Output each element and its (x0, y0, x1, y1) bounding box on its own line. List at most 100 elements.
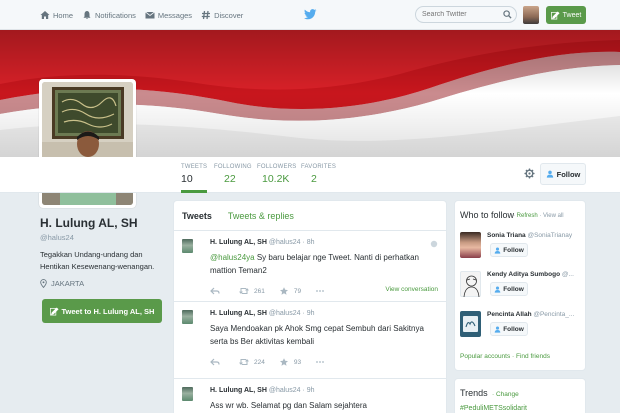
tweet-author-handle[interactable]: @halus24 (269, 387, 301, 394)
view-conversation-link[interactable]: View conversation (385, 286, 438, 293)
trend-item[interactable]: #PeduliMETSsolidarit (460, 405, 527, 412)
trends-change-label[interactable]: Change (496, 391, 519, 398)
tweet-time[interactable]: · 8h (302, 239, 314, 246)
who-to-follow-module: Who to follow · Refresh · View all Sonia… (454, 200, 586, 371)
retweet-icon (239, 288, 249, 294)
search-input[interactable] (416, 7, 500, 22)
suggestion-name[interactable]: Sonia Triana @SoniaTrianay (487, 232, 584, 239)
suggestion-follow-label: Follow (503, 285, 524, 293)
more-action[interactable] (315, 358, 330, 366)
profile-name[interactable]: H. Lulung AL, SH (40, 216, 138, 230)
twitter-bird-icon[interactable] (304, 9, 317, 20)
stat-tweets-label: TWEETS (181, 164, 208, 170)
suggestion-name[interactable]: Pencinta Allah @Pencinta_... (487, 311, 584, 318)
tab-tweets-replies[interactable]: Tweets & replies (228, 211, 294, 221)
profile-bio: Tegakkan Undang-undang dan Hentikan Kese… (40, 250, 155, 271)
search-box[interactable] (415, 6, 517, 23)
location-pin-icon (40, 279, 47, 288)
nav-home-label: Home (53, 10, 74, 20)
add-user-icon (546, 170, 553, 178)
suggestion-display-name[interactable]: Pencinta Allah (487, 311, 532, 318)
nav-messages[interactable]: Messages (145, 10, 192, 20)
tweet-author-name[interactable]: H. Lulung AL, SH (210, 310, 267, 317)
retweet-action[interactable]: 224 (239, 358, 265, 366)
compose-tweet-label: Tweet (562, 11, 582, 19)
suggestion-display-name[interactable]: Sonia Triana (487, 232, 526, 239)
suggestion-follow-button[interactable]: Follow (490, 322, 528, 336)
suggestion-avatar[interactable] (460, 311, 481, 337)
suggestion-handle[interactable]: @SoniaTrianay (527, 232, 572, 239)
tweet-mention[interactable]: @halus24ya (210, 253, 255, 262)
reply-icon (210, 358, 220, 366)
favorite-count: 79 (293, 287, 302, 295)
suggestion-item: Kendy Aditya Sumbogo @... Follow (460, 271, 584, 307)
profile-handle[interactable]: @halus24 (40, 233, 74, 242)
popular-accounts-link[interactable]: Popular accounts (460, 353, 510, 360)
profile-location-text: JAKARTA (51, 279, 85, 288)
suggestion-handle[interactable]: @... (562, 271, 574, 278)
stat-followers[interactable]: FOLLOWERS 10.2K (257, 164, 296, 185)
tweet-avatar[interactable] (182, 387, 193, 401)
favorite-action[interactable]: 79 (279, 287, 301, 295)
compose-tweet-button[interactable]: Tweet (546, 6, 586, 24)
tweet-to-button[interactable]: Tweet to H. Lulung AL, SH (42, 299, 162, 323)
refresh-link[interactable]: Refresh (517, 213, 538, 219)
tweet-avatar[interactable] (182, 239, 193, 253)
follow-button[interactable]: Follow (540, 163, 586, 185)
retweet-indicator-icon (430, 240, 438, 248)
tweet-item[interactable]: H. Lulung AL, SH @halus24 · 8h @halus24y… (174, 231, 446, 302)
tweet-actions: 224 93 (210, 352, 438, 372)
add-user-icon (494, 247, 501, 254)
nav-notifications[interactable]: Notifications (82, 10, 136, 20)
tweet-author-handle[interactable]: @halus24 (269, 239, 301, 246)
top-nav-bar: Home Notifications Messages Discover Twe… (0, 0, 620, 30)
stat-favorites[interactable]: FAVORITES 2 (301, 164, 336, 185)
more-dots-icon (316, 290, 324, 292)
tweet-time[interactable]: · 9h (302, 310, 314, 317)
suggestion-display-name[interactable]: Kendy Aditya Sumbogo (487, 271, 560, 278)
stat-following[interactable]: FOLLOWING 22 (214, 164, 252, 185)
user-avatar-menu[interactable] (523, 6, 539, 24)
gear-icon[interactable] (524, 168, 535, 179)
trends-change-link[interactable]: · Change (492, 391, 519, 398)
suggestion-handle[interactable]: @Pencinta_... (533, 311, 574, 318)
trends-title: Trends (460, 388, 488, 398)
tweet-author-name[interactable]: H. Lulung AL, SH (210, 239, 267, 246)
stat-tweets[interactable]: TWEETS 10 (181, 164, 208, 193)
favorite-action[interactable]: 93 (279, 358, 301, 366)
reply-action[interactable] (210, 287, 225, 295)
suggestion-follow-button[interactable]: Follow (490, 282, 528, 296)
home-icon (40, 11, 50, 19)
tweet-header: H. Lulung AL, SH @halus24 · 9h (210, 308, 438, 320)
tweet-time[interactable]: · 9h (302, 387, 314, 394)
who-to-follow-links: · Refresh · View all (513, 213, 564, 219)
tweet-author-handle[interactable]: @halus24 (269, 310, 301, 317)
tweet-item[interactable]: H. Lulung AL, SH @halus24 · 9h Ass wr wb… (174, 379, 446, 413)
tweet-item[interactable]: H. Lulung AL, SH @halus24 · 9h Saya Mend… (174, 302, 446, 379)
retweet-icon (239, 359, 249, 365)
view-all-link[interactable]: View all (543, 213, 564, 219)
find-friends-link[interactable]: Find friends (516, 353, 550, 360)
reply-action[interactable] (210, 358, 225, 366)
suggestion-name[interactable]: Kendy Aditya Sumbogo @... (487, 271, 584, 278)
search-icon[interactable] (503, 10, 512, 19)
more-action[interactable] (315, 287, 330, 295)
tweet-avatar[interactable] (182, 310, 193, 324)
tweet-to-label: Tweet to H. Lulung AL, SH (61, 306, 155, 316)
tweet-text: Saya Mendoakan pk Ahok Smg cepat Sembuh … (210, 324, 424, 346)
suggestion-avatar[interactable] (460, 232, 481, 258)
retweet-action[interactable]: 261 (239, 287, 265, 295)
suggestion-follow-button[interactable]: Follow (490, 243, 528, 257)
stat-following-label: FOLLOWING (214, 164, 252, 170)
nav-messages-label: Messages (157, 10, 193, 20)
stat-favorites-value: 2 (311, 173, 317, 185)
nav-home[interactable]: Home (40, 10, 73, 20)
nav-discover[interactable]: Discover (201, 10, 243, 20)
suggestion-avatar[interactable] (460, 271, 481, 298)
compose-quill-icon (550, 10, 560, 19)
tab-tweets[interactable]: Tweets (182, 211, 212, 221)
tweet-author-name[interactable]: H. Lulung AL, SH (210, 387, 267, 394)
suggestion-follow-label: Follow (503, 246, 524, 254)
tweet-header: H. Lulung AL, SH @halus24 · 9h (210, 385, 438, 397)
envelope-icon (145, 11, 155, 19)
